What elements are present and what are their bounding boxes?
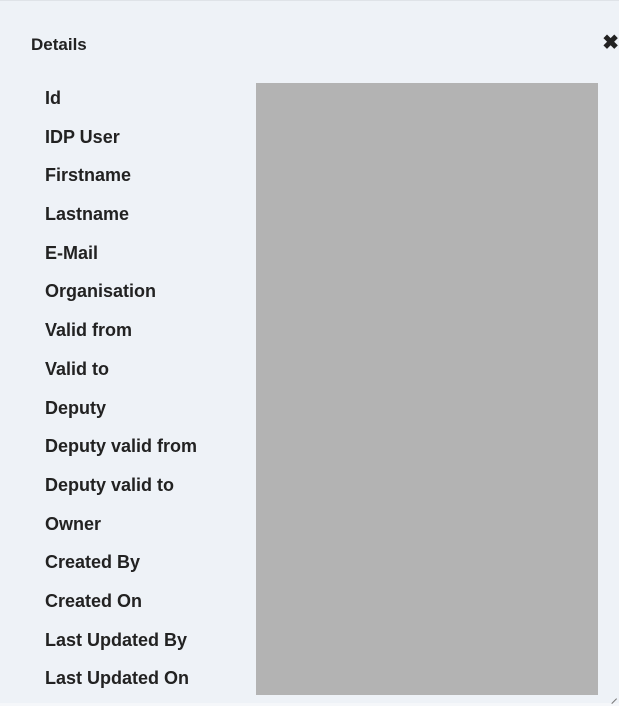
redacted-values-area [256, 83, 598, 695]
field-label-last-updated-on: Last Updated On [45, 668, 190, 689]
field-label-valid-to: Valid to [45, 358, 110, 379]
resize-grip-icon[interactable] [609, 691, 619, 701]
panel-title: Details [31, 35, 87, 54]
field-label-organisation: Organisation [45, 281, 157, 302]
details-panel: Details ✖ Id IDP User Firstname Lastname… [0, 0, 619, 703]
field-label-lastname: Lastname [45, 204, 130, 225]
close-icon[interactable]: ✖ [602, 33, 619, 53]
field-label-id: Id [45, 88, 61, 108]
field-label-created-on: Created On [45, 590, 143, 611]
field-label-idp-user: IDP User [45, 126, 120, 147]
field-label-deputy-valid-from: Deputy valid from [45, 436, 198, 457]
field-label-firstname: Firstname [45, 165, 132, 186]
field-label-deputy: Deputy [45, 397, 107, 418]
panel-header: Details ✖ [0, 15, 619, 71]
field-label-owner: Owner [45, 513, 102, 534]
field-label-list: Id IDP User Firstname Lastname E-Mail Or… [45, 87, 197, 706]
field-label-email: E-Mail [45, 242, 99, 263]
field-label-deputy-valid-to: Deputy valid to [45, 474, 175, 495]
field-label-valid-from: Valid from [45, 320, 133, 341]
field-label-created-by: Created By [45, 552, 141, 573]
field-label-last-updated-by: Last Updated By [45, 629, 188, 650]
